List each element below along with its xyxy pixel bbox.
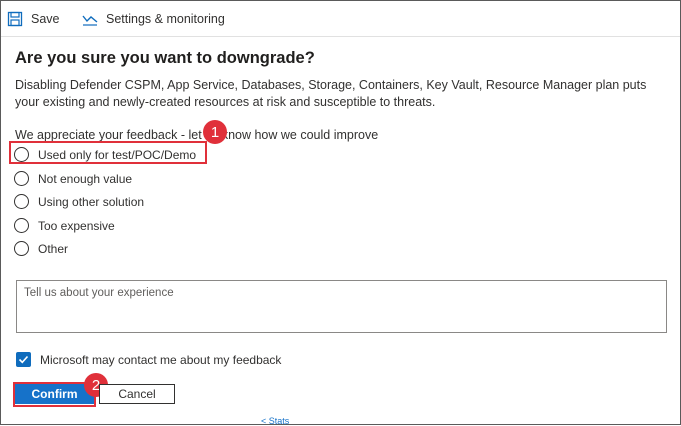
checkbox-checked[interactable] (16, 352, 31, 367)
radio-option-not-enough-value[interactable]: Not enough value (14, 171, 132, 186)
radio-label: Other (38, 241, 69, 256)
dialog-description: Disabling Defender CSPM, App Service, Da… (15, 78, 647, 109)
save-label: Save (31, 12, 60, 26)
radio-label: Using other solution (38, 194, 145, 209)
settings-monitoring-icon (82, 15, 98, 26)
feedback-prompt: We appreciate your feedback - let us kno… (15, 128, 379, 142)
dialog-title: Are you sure you want to downgrade? (15, 49, 315, 67)
step-badge-1: 1 (203, 120, 227, 144)
settings-monitoring-button[interactable]: Settings & monitoring (82, 9, 225, 29)
radio-circle[interactable] (14, 194, 29, 209)
cancel-button[interactable]: Cancel (99, 384, 175, 404)
radio-label: Not enough value (38, 171, 133, 186)
contact-checkbox-label: Microsoft may contact me about my feedba… (40, 352, 282, 367)
radio-circle[interactable] (14, 241, 29, 256)
radio-option-using-other-solution[interactable]: Using other solution (14, 194, 144, 209)
radio-label: Too expensive (38, 218, 115, 233)
radio-option-too-expensive[interactable]: Too expensive (14, 218, 115, 233)
highlight-box-step1 (9, 141, 207, 164)
contact-checkbox-row[interactable]: Microsoft may contact me about my feedba… (16, 352, 281, 367)
save-button[interactable]: Save (7, 9, 60, 29)
radio-circle[interactable] (14, 171, 29, 186)
checkmark-icon (18, 355, 29, 364)
radio-option-other[interactable]: Other (14, 241, 68, 256)
experience-textarea[interactable]: Tell us about your experience (16, 280, 667, 333)
radio-circle[interactable] (14, 218, 29, 233)
save-icon (7, 11, 23, 27)
toolbar: Save Settings & monitoring (1, 1, 680, 37)
settings-monitoring-label: Settings & monitoring (106, 12, 225, 26)
dialog-frame: Save Settings & monitoring Are you sure … (0, 0, 681, 426)
